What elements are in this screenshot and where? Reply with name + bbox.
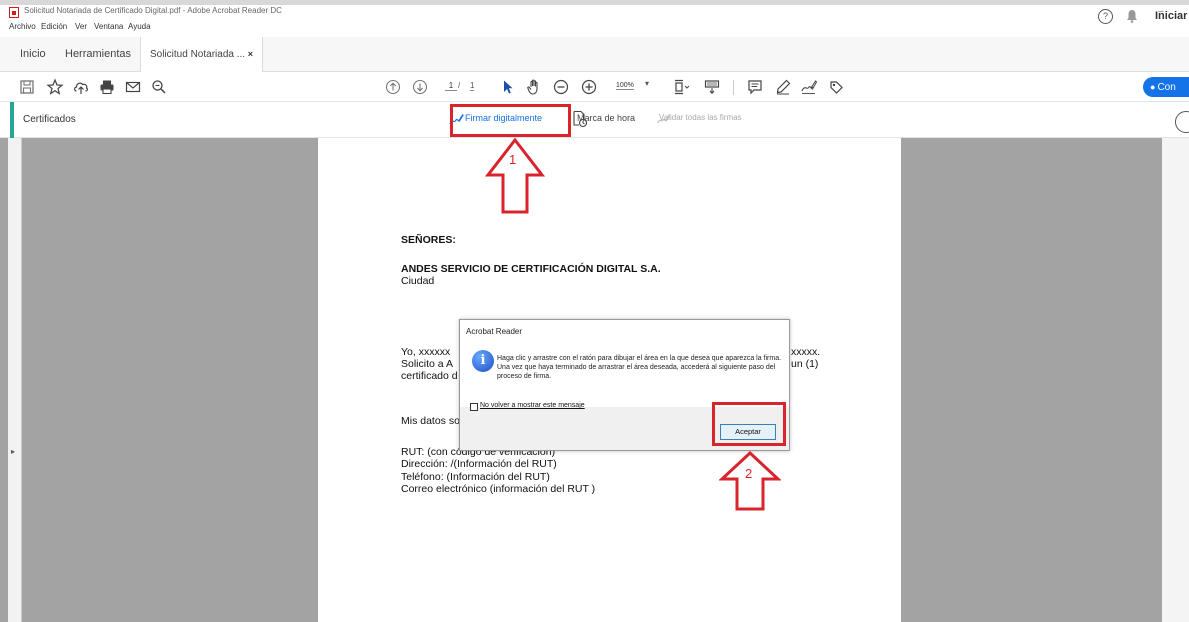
menu-bar: Archivo Edición Ver Ventana Ayuda xyxy=(0,20,1189,34)
page-separator: / xyxy=(458,81,461,90)
highlight-pen-icon[interactable] xyxy=(774,78,792,96)
annotation-step-1: 1 xyxy=(509,152,517,167)
tab-document-label: Solicitud Notariada ... xyxy=(150,49,246,60)
timestamp-button[interactable]: Marca de hora xyxy=(577,113,635,123)
page-total: 1 xyxy=(470,81,475,91)
doc-line-solicito-end: un (1) xyxy=(791,358,819,370)
doc-city: Ciudad xyxy=(401,275,435,287)
sign-pen-icon[interactable] xyxy=(800,78,818,96)
share-button[interactable]: ● Con xyxy=(1143,77,1189,97)
select-arrow-icon[interactable] xyxy=(499,78,517,96)
doc-line-mis-datos: Mis datos so xyxy=(401,415,460,427)
save-icon[interactable] xyxy=(18,78,36,96)
help-icon[interactable]: ? xyxy=(1098,9,1113,24)
acrobat-pdf-icon xyxy=(9,7,19,18)
menu-ayuda[interactable]: Ayuda xyxy=(128,22,151,31)
print-icon[interactable] xyxy=(98,78,116,96)
close-tab-icon[interactable]: × xyxy=(248,37,253,72)
dont-show-again-checkbox[interactable] xyxy=(470,403,478,411)
main-toolbar: 1 / 1 100% ▾ ● Con xyxy=(0,72,1189,102)
doc-salutation: SEÑORES: xyxy=(401,234,456,246)
menu-ver[interactable]: Ver xyxy=(75,22,87,31)
menu-edicion[interactable]: Edición xyxy=(41,22,67,31)
info-icon: i xyxy=(472,350,494,372)
tab-document[interactable]: Solicitud Notariada ... × xyxy=(140,37,263,72)
doc-correo: Correo electrónico (información del RUT … xyxy=(401,483,596,495)
page-number-input[interactable]: 1 xyxy=(445,81,457,91)
zoom-level-dropdown[interactable]: 100% xyxy=(616,82,634,90)
dialog-titlebar[interactable]: Acrobat Reader xyxy=(460,320,789,342)
page-fit-icon[interactable] xyxy=(672,78,690,96)
hand-tool-icon[interactable] xyxy=(525,78,543,96)
share-button-label: Con xyxy=(1157,82,1176,93)
dialog-title: Acrobat Reader xyxy=(466,327,523,336)
email-icon[interactable] xyxy=(124,78,142,96)
tab-bar: Inicio Herramientas Solicitud Notariada … xyxy=(0,37,1189,72)
right-pane xyxy=(1162,138,1189,622)
search-icon[interactable] xyxy=(150,78,168,96)
sign-in-link[interactable]: Iniciar xyxy=(1155,10,1187,22)
left-navigation-panel[interactable] xyxy=(8,138,22,622)
dont-show-again-label[interactable]: No volver a mostrar este mensaje xyxy=(480,402,585,409)
zoom-caret-icon[interactable]: ▾ xyxy=(645,79,649,88)
tab-herramientas[interactable]: Herramientas xyxy=(65,37,131,72)
toolbar-divider xyxy=(733,80,734,95)
doc-direccion: Dirección: /(Información del RUT) xyxy=(401,458,557,470)
annotation-arrow-up-2 xyxy=(719,451,781,511)
menu-ventana[interactable]: Ventana xyxy=(94,22,123,31)
bell-icon[interactable] xyxy=(1126,9,1138,26)
doc-company: ANDES SERVICIO DE CERTIFICACIÓN DIGITAL … xyxy=(401,263,661,275)
certificates-toolbar: Certificados Firmar digitalmente Marca d… xyxy=(0,102,1189,138)
validate-all-signatures-button: Validar todas las firmas xyxy=(659,113,742,122)
next-page-icon[interactable] xyxy=(411,78,429,96)
doc-line-solicito: Solicito a A xyxy=(401,358,453,370)
zoom-out-icon[interactable] xyxy=(552,78,570,96)
doc-line-certificado: certificado d xyxy=(401,370,458,382)
menu-archivo[interactable]: Archivo xyxy=(9,22,36,31)
certificates-title: Certificados xyxy=(23,114,76,125)
scroll-mode-icon[interactable] xyxy=(703,78,721,96)
doc-telefono: Teléfono: (Información del RUT) xyxy=(401,471,550,483)
upload-cloud-icon[interactable] xyxy=(72,78,90,96)
dialog-message: Haga clic y arrastre con el ratón para d… xyxy=(497,355,782,380)
window-title: Solicitud Notariada de Certificado Digit… xyxy=(24,6,282,15)
dialog-body: i Haga clic y arrastre con el ratón para… xyxy=(460,342,789,407)
tab-inicio[interactable]: Inicio xyxy=(20,37,46,72)
annotation-step-2: 2 xyxy=(745,466,753,481)
annotation-box-accept xyxy=(712,402,786,446)
close-tool-circle-icon[interactable] xyxy=(1175,111,1189,133)
previous-page-icon[interactable] xyxy=(384,78,402,96)
star-icon[interactable] xyxy=(46,78,64,96)
annotation-box-sign xyxy=(450,104,571,137)
zoom-in-icon[interactable] xyxy=(580,78,598,96)
doc-line-yo-end: xxxxx. xyxy=(791,346,821,358)
certificates-accent-bar xyxy=(10,102,14,138)
expand-panel-chevron-icon[interactable]: ▸ xyxy=(11,447,15,456)
comment-icon[interactable] xyxy=(746,78,764,96)
share-user-icon: ● xyxy=(1150,82,1156,92)
more-tools-icon[interactable] xyxy=(827,78,845,96)
annotation-arrow-up-1 xyxy=(485,138,545,214)
doc-line-yo: Yo, xxxxxx xyxy=(401,346,451,358)
